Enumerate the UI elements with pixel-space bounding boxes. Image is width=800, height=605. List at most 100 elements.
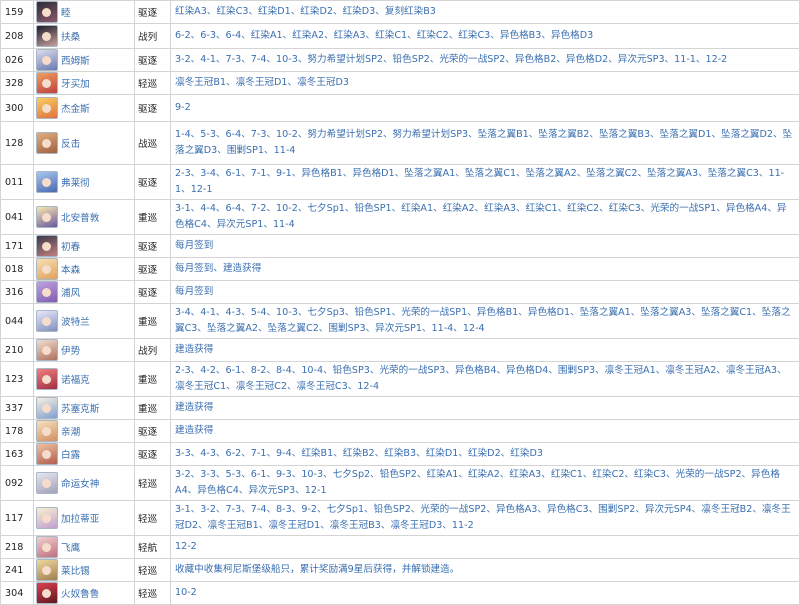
ship-cell[interactable]: 浦风 <box>33 280 135 304</box>
ship-number: 241 <box>0 558 34 582</box>
ship-avatar-icon[interactable] <box>36 397 58 419</box>
ship-avatar-icon[interactable] <box>36 281 58 303</box>
ship-type: 轻巡 <box>134 558 171 582</box>
ship-type: 驱逐 <box>134 164 171 200</box>
ship-number: 026 <box>0 48 34 72</box>
ship-cell[interactable]: 波特兰 <box>33 303 135 339</box>
ship-avatar-icon[interactable] <box>36 1 58 23</box>
ship-number: 178 <box>0 419 34 443</box>
ship-cell[interactable]: 反击 <box>33 121 135 165</box>
table-row: 026 西姆斯 驱逐 3-2、4-1、7-3、7-4、10-3、努力希望计划SP2、铅… <box>0 48 800 72</box>
table-row: 123 诺福克 重巡 2-3、4-2、6-1、8-2、8-4、10-4、铅色SP3、光… <box>0 361 800 397</box>
ship-avatar-icon[interactable] <box>36 443 58 465</box>
ship-cell[interactable]: 北安普敦 <box>33 199 135 235</box>
ship-cell[interactable]: 伊势 <box>33 338 135 362</box>
ship-cell[interactable]: 扶桑 <box>33 23 135 49</box>
ship-name-link[interactable]: 火奴鲁鲁 <box>61 586 99 600</box>
ship-number: 218 <box>0 535 34 559</box>
ship-cell[interactable]: 莱比锡 <box>33 558 135 582</box>
ship-cell[interactable]: 命运女神 <box>33 465 135 501</box>
ship-avatar-icon[interactable] <box>36 507 58 529</box>
ship-cell[interactable]: 初春 <box>33 234 135 258</box>
ship-name-link[interactable]: 飞鹰 <box>61 540 80 554</box>
ship-name-link[interactable]: 本森 <box>61 262 80 276</box>
ship-name-link[interactable]: 加拉蒂亚 <box>61 511 99 525</box>
ship-avatar-icon[interactable] <box>36 171 58 193</box>
ship-avatar-icon[interactable] <box>36 559 58 581</box>
ship-avatar-icon[interactable] <box>36 310 58 332</box>
ship-number: 092 <box>0 465 34 501</box>
ship-avatar-icon[interactable] <box>36 582 58 604</box>
ship-cell[interactable]: 弗莱彻 <box>33 164 135 200</box>
ship-name-link[interactable]: 莱比锡 <box>61 563 90 577</box>
ship-avatar-icon[interactable] <box>36 235 58 257</box>
ship-name-link[interactable]: 初春 <box>61 239 80 253</box>
ship-type: 战列 <box>134 338 171 362</box>
ship-name-link[interactable]: 反击 <box>61 136 80 150</box>
drop-locations: 每月签到 <box>170 234 800 258</box>
ship-name-link[interactable]: 弗莱彻 <box>61 175 90 189</box>
ship-name-link[interactable]: 白露 <box>61 447 80 461</box>
ship-avatar-icon[interactable] <box>36 206 58 228</box>
ship-type: 驱逐 <box>134 94 171 122</box>
ship-cell[interactable]: 杰金斯 <box>33 94 135 122</box>
drop-locations: 3-1、3-2、7-3、7-4、8-3、9-2、七夕Sp1、铅色SP2、光荣的一… <box>170 500 800 536</box>
ship-avatar-icon[interactable] <box>36 132 58 154</box>
ship-avatar-icon[interactable] <box>36 472 58 494</box>
ship-avatar-icon[interactable] <box>36 97 58 119</box>
ship-cell[interactable]: 诺福克 <box>33 361 135 397</box>
ship-name-link[interactable]: 睦 <box>61 5 71 19</box>
ship-avatar-icon[interactable] <box>36 258 58 280</box>
ship-cell[interactable]: 亲潮 <box>33 419 135 443</box>
drop-locations: 收藏中收集柯尼斯堡级船只，累计奖励满9星后获得，并解锁建造。 <box>170 558 800 582</box>
ship-name-link[interactable]: 伊势 <box>61 343 80 357</box>
drop-locations: 1-4、5-3、6-4、7-3、10-2、努力希望计划SP2、努力希望计划SP3… <box>170 121 800 165</box>
ship-cell[interactable]: 加拉蒂亚 <box>33 500 135 536</box>
ship-type: 轻巡 <box>134 465 171 501</box>
ship-number: 208 <box>0 23 34 49</box>
ship-name-link[interactable]: 西姆斯 <box>61 53 90 67</box>
ship-avatar-icon[interactable] <box>36 536 58 558</box>
ship-type: 重巡 <box>134 199 171 235</box>
ship-avatar-icon[interactable] <box>36 339 58 361</box>
ship-name-link[interactable]: 浦风 <box>61 285 80 299</box>
ship-avatar-icon[interactable] <box>36 368 58 390</box>
ship-avatar-icon[interactable] <box>36 420 58 442</box>
ship-name-link[interactable]: 命运女神 <box>61 476 99 490</box>
ship-name-link[interactable]: 亲潮 <box>61 424 80 438</box>
table-row: 218 飞鹰 轻航 12-2 <box>0 535 800 559</box>
ship-name-link[interactable]: 北安普敦 <box>61 210 99 224</box>
ship-cell[interactable]: 西姆斯 <box>33 48 135 72</box>
ship-type: 轻巡 <box>134 71 171 95</box>
ship-number: 011 <box>0 164 34 200</box>
ship-name-link[interactable]: 扶桑 <box>61 29 80 43</box>
ship-name-link[interactable]: 牙买加 <box>61 76 90 90</box>
ship-cell[interactable]: 本森 <box>33 257 135 281</box>
ship-avatar-icon[interactable] <box>36 72 58 94</box>
ship-number: 328 <box>0 71 34 95</box>
ship-name-link[interactable]: 波特兰 <box>61 314 90 328</box>
ship-cell[interactable]: 火奴鲁鲁 <box>33 581 135 605</box>
ship-avatar-icon[interactable] <box>36 49 58 71</box>
table-row: 128 反击 战巡 1-4、5-3、6-4、7-3、10-2、努力希望计划SP2、努力… <box>0 121 800 165</box>
ship-name-link[interactable]: 苏塞克斯 <box>61 401 99 415</box>
ship-name-link[interactable]: 杰金斯 <box>61 101 90 115</box>
ship-cell[interactable]: 飞鹰 <box>33 535 135 559</box>
ship-type: 重巡 <box>134 396 171 420</box>
drop-locations: 3-2、3-3、5-3、6-1、9-3、10-3、七夕Sp2、铅色SP2、红染A… <box>170 465 800 501</box>
drop-locations: 红染A3、红染C3、红染D1、红染D2、红染D3、复刻红染B3 <box>170 0 800 24</box>
ship-number: 171 <box>0 234 34 258</box>
table-row: 044 波特兰 重巡 3-4、4-1、4-3、5-4、10-3、七夕Sp3、铅色SP1… <box>0 303 800 339</box>
ship-type: 驱逐 <box>134 234 171 258</box>
ship-avatar-icon[interactable] <box>36 25 58 47</box>
table-row: 337 苏塞克斯 重巡 建造获得 <box>0 396 800 420</box>
ship-name-link[interactable]: 诺福克 <box>61 372 90 386</box>
ship-number: 041 <box>0 199 34 235</box>
ship-type: 战巡 <box>134 121 171 165</box>
drop-locations: 12-2 <box>170 535 800 559</box>
ship-cell[interactable]: 牙买加 <box>33 71 135 95</box>
ship-cell[interactable]: 白露 <box>33 442 135 466</box>
ship-cell[interactable]: 苏塞克斯 <box>33 396 135 420</box>
ship-cell[interactable]: 睦 <box>33 0 135 24</box>
table-row: 210 伊势 战列 建造获得 <box>0 338 800 362</box>
